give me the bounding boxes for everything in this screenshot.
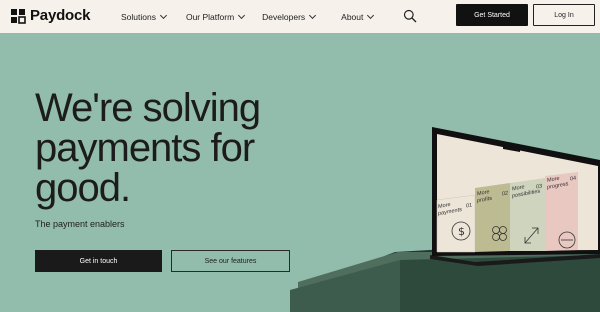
expand-icon [524, 227, 539, 244]
main-nav: Solutions Our Platform Developers About [121, 0, 375, 33]
nav-item-developers[interactable]: Developers [262, 11, 317, 22]
laptop-base [430, 254, 600, 266]
see-features-button[interactable]: See our features [171, 250, 290, 272]
nav-item-label: About [341, 11, 364, 22]
growth-icon [492, 226, 507, 241]
paydock-logo-icon [10, 8, 26, 24]
pedestal-shadow [290, 240, 600, 312]
logo[interactable]: Paydock [10, 7, 91, 24]
brand-name: Paydock [30, 7, 91, 24]
hero-subtitle: The payment enablers [35, 219, 125, 229]
card-number-01: 01 [466, 202, 473, 210]
nav-item-our-platform[interactable]: Our Platform [185, 11, 246, 22]
nav-item-about[interactable]: About [341, 11, 375, 22]
card-number-03: 03 [536, 183, 543, 191]
site-header: Paydock Solutions Our Platform Developer… [0, 0, 600, 33]
pedestal-side [400, 255, 600, 312]
nav-item-label: Developers [262, 11, 306, 22]
svg-text:$: $ [458, 225, 465, 238]
card-number-04: 04 [570, 175, 577, 183]
search-icon[interactable] [403, 9, 417, 23]
login-button[interactable]: Log In [533, 4, 595, 26]
chevron-down-icon [238, 11, 246, 19]
arrow-icon [558, 231, 576, 249]
card-number-02: 02 [502, 190, 509, 198]
dollar-icon [451, 221, 471, 241]
chevron-down-icon [159, 11, 168, 19]
pedestal-top [298, 252, 600, 290]
chevron-down-icon [309, 11, 317, 19]
nav-item-solutions[interactable]: Solutions [121, 11, 168, 22]
card-label-progress: More progress [547, 175, 569, 191]
get-in-touch-button[interactable]: Get in touch [35, 250, 162, 272]
get-started-button[interactable]: Get Started [456, 4, 528, 26]
card-label-profits: More profits [477, 189, 492, 204]
pedestal-front [290, 260, 400, 312]
nav-item-label: Solutions [121, 11, 156, 22]
card-label-payments: More payments [438, 201, 462, 217]
chevron-down-icon [367, 11, 375, 19]
hero-title: We're solving payments for good. [35, 86, 261, 210]
nav-item-label: Our Platform [185, 11, 235, 22]
